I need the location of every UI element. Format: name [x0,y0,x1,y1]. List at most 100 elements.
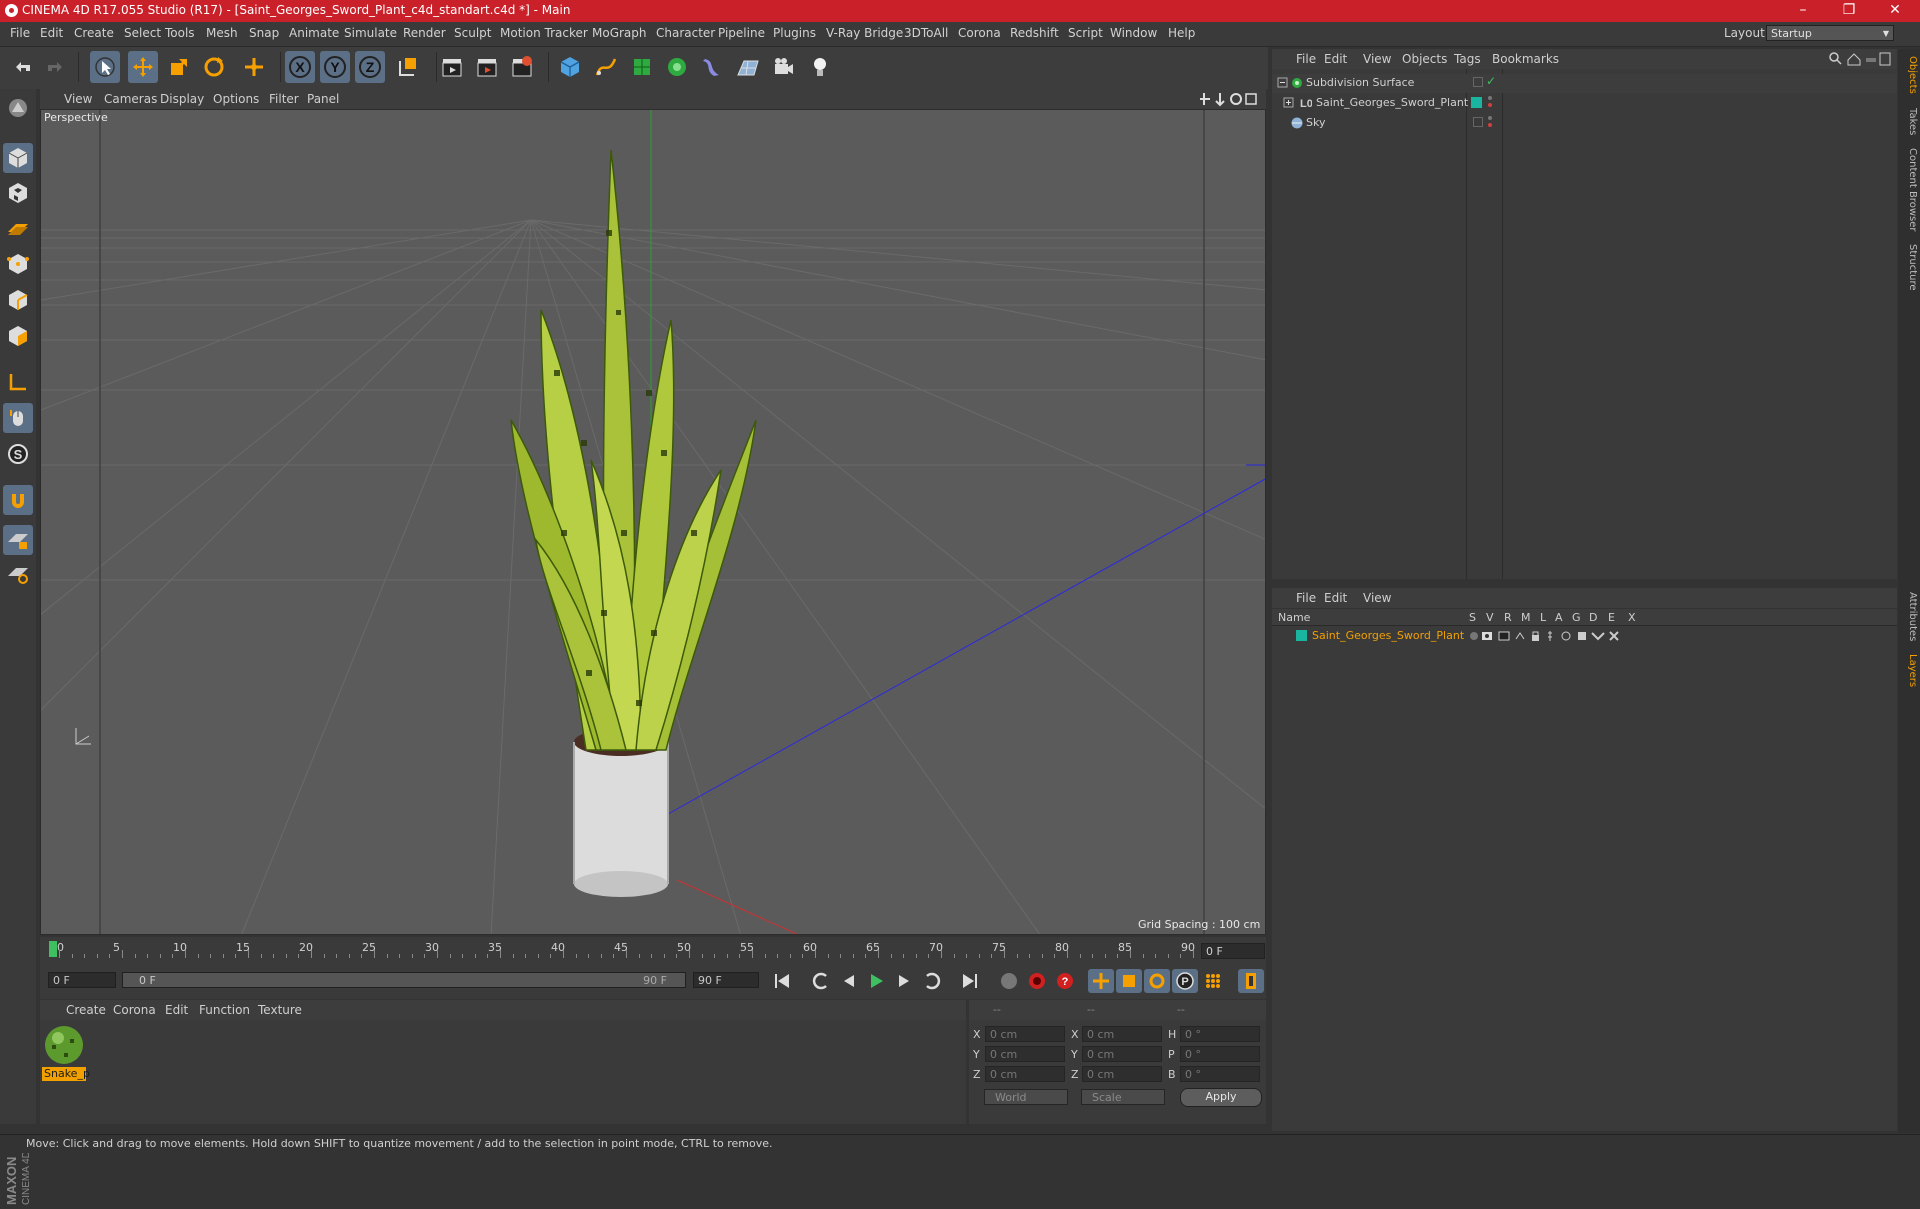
current-frame-field[interactable]: 0 F [1201,943,1265,959]
apply-button[interactable]: Apply [1180,1088,1262,1107]
layer-menu-view[interactable]: View [1363,591,1391,605]
object-row-subdivision[interactable]: Subdivision Surface ✓ [1272,74,1897,93]
column-locked[interactable]: L [1540,611,1546,624]
tab-layers[interactable]: Layers [1900,654,1918,687]
workplane-mode-button[interactable] [3,213,33,243]
menu-simulate[interactable]: Simulate [344,26,397,40]
menu-script[interactable]: Script [1068,26,1103,40]
lock-workplane-button[interactable] [3,525,33,555]
go-to-end-button[interactable] [957,969,983,993]
tab-attributes[interactable]: Attributes [1900,592,1918,641]
column-solo[interactable]: S [1469,611,1476,624]
add-generator-button[interactable] [627,51,657,83]
points-mode-button[interactable] [3,249,33,279]
layer-row[interactable]: Saint_Georges_Sword_Plant [1272,627,1897,646]
column-expressions[interactable]: E [1608,611,1615,624]
menu-window[interactable]: Window [1110,26,1157,40]
object-manager-tools[interactable] [1828,51,1894,67]
menu-select[interactable]: Select [124,26,161,40]
add-cube-button[interactable] [555,51,585,83]
editor-visibility-dot[interactable] [1488,96,1492,100]
key-position-button[interactable] [1088,969,1114,993]
column-render[interactable]: R [1504,611,1512,624]
timeline-ruler[interactable] [40,937,1266,963]
visibility-toggle[interactable] [1473,77,1483,87]
layer-menu-edit[interactable]: Edit [1324,591,1347,605]
maximize-button[interactable]: ❐ [1826,0,1872,22]
menu-sculpt[interactable]: Sculpt [454,26,491,40]
column-manager[interactable]: M [1521,611,1531,624]
magnet-tool-button[interactable] [3,485,33,515]
scale-tool-button[interactable] [164,51,194,83]
object-menu-objects[interactable]: Objects [1402,52,1447,66]
object-menu-edit[interactable]: Edit [1324,52,1347,66]
menu-animate[interactable]: Animate [289,26,339,40]
material-menu-corona[interactable]: Corona [113,1003,156,1017]
object-row-sky[interactable]: Sky [1272,114,1897,133]
material-menu-edit[interactable]: Edit [165,1003,188,1017]
render-visibility-dot[interactable] [1488,123,1492,127]
menu-render[interactable]: Render [403,26,446,40]
menu-character[interactable]: Character [656,26,715,40]
render-visibility-dot[interactable] [1488,103,1492,107]
add-deformer-button[interactable] [697,51,727,83]
previous-frame-button[interactable] [836,969,862,993]
menu-plugins[interactable]: Plugins [773,26,816,40]
key-pla-button[interactable] [1200,969,1226,993]
add-mograph-button[interactable] [662,51,692,83]
layer-color-swatch[interactable] [1471,97,1482,108]
render-view-button[interactable] [437,51,467,83]
perspective-viewport[interactable] [40,109,1266,935]
add-spline-button[interactable] [591,51,621,83]
polygons-mode-button[interactable] [3,321,33,351]
x-axis-lock-button[interactable]: X [285,51,315,83]
position-y-field[interactable]: 0 cm [985,1046,1065,1062]
close-button[interactable]: ✕ [1872,0,1918,22]
make-editable-button[interactable] [3,93,33,123]
planar-workplane-button[interactable] [3,559,33,589]
tweak-mode-button[interactable] [3,403,33,433]
coordinate-mode-select[interactable]: World [984,1089,1068,1105]
object-menu-file[interactable]: File [1296,52,1316,66]
previous-key-button[interactable] [808,969,834,993]
editor-visibility-dot[interactable] [1488,116,1492,120]
menu-file[interactable]: File [10,26,30,40]
object-menu-tags[interactable]: Tags [1454,52,1481,66]
menu-help[interactable]: Help [1168,26,1195,40]
object-menu-bookmarks[interactable]: Bookmarks [1492,52,1559,66]
timeline-window-button[interactable] [1238,969,1264,993]
viewport-nav-icons[interactable] [1200,91,1264,107]
tab-content-browser[interactable]: Content Browser [1900,148,1918,231]
transform-tool-button[interactable] [239,51,269,83]
menu-redshift[interactable]: Redshift [1010,26,1059,40]
object-menu-view[interactable]: View [1363,52,1391,66]
viewport-menu-cameras[interactable]: Cameras [104,92,157,106]
size-x-field[interactable]: 0 cm [1082,1026,1162,1042]
render-settings-button[interactable] [507,51,537,83]
rotate-tool-button[interactable] [199,51,229,83]
keyframe-selection-button[interactable]: ? [1052,969,1078,993]
viewport-menu-view[interactable]: View [64,92,92,106]
viewport-menu-options[interactable]: Options [213,92,259,106]
move-tool-button[interactable] [128,51,158,83]
menu-pipeline[interactable]: Pipeline [718,26,765,40]
column-generators[interactable]: G [1572,611,1581,624]
rotation-p-field[interactable]: 0 ° [1180,1046,1260,1062]
next-key-button[interactable] [919,969,945,993]
menu-mesh[interactable]: Mesh [206,26,238,40]
column-view[interactable]: V [1486,611,1494,624]
column-deformers[interactable]: D [1589,611,1597,624]
redo-button[interactable] [40,51,70,83]
column-animation[interactable]: A [1555,611,1563,624]
menu-3dtoall[interactable]: 3DToAll [904,26,948,40]
add-floor-button[interactable] [733,51,763,83]
undo-button[interactable] [8,51,38,83]
texture-mode-button[interactable] [3,178,33,208]
menu-tools[interactable]: Tools [165,26,195,40]
edges-mode-button[interactable] [3,285,33,315]
material-menu-create[interactable]: Create [66,1003,106,1017]
rotation-b-field[interactable]: 0 ° [1180,1066,1260,1082]
tab-objects[interactable]: Objects [1900,56,1918,94]
axis-mode-button[interactable] [3,367,33,397]
menu-corona[interactable]: Corona [958,26,1001,40]
